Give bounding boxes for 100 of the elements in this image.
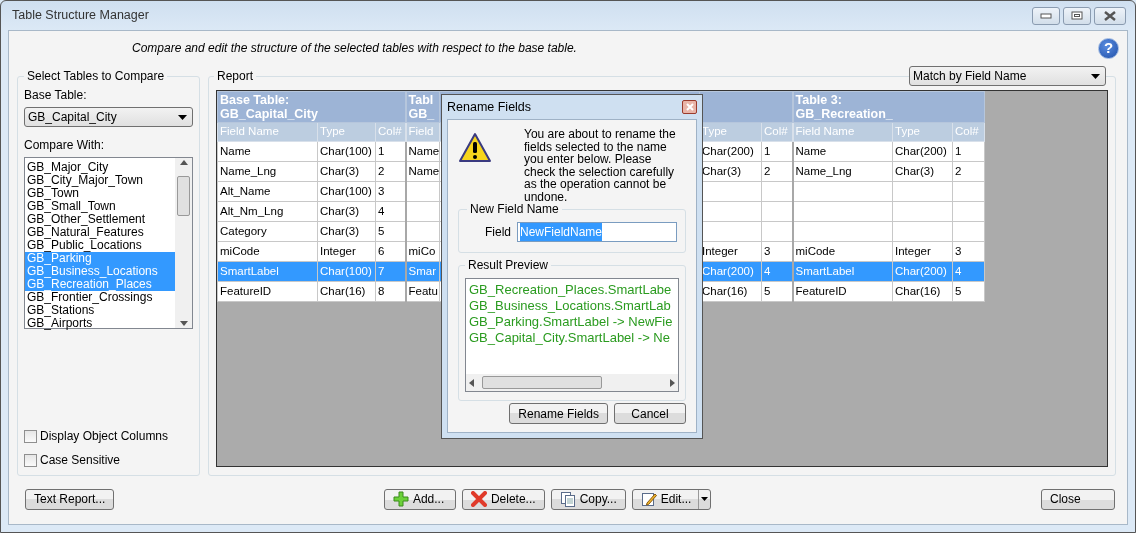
table-cell: SmartLabel [220, 264, 279, 277]
table-cell: Name [220, 144, 251, 157]
table-cell: Char(200) [702, 144, 754, 157]
table-cell: 2 [764, 164, 771, 177]
table-cell: 1 [764, 144, 771, 157]
help-button[interactable]: ? [1098, 37, 1119, 59]
table-cell: Integer [895, 244, 931, 257]
preview-line: GB_Recreation_Places.SmartLabe [468, 282, 673, 298]
button[interactable]: Cancel [614, 403, 686, 424]
add-button[interactable]: Add... [383, 488, 456, 510]
list-item[interactable]: GB_Natural_Features [25, 226, 175, 239]
caret-icon [178, 114, 187, 120]
table-cell: Integer [702, 244, 738, 257]
table-cell: 5 [764, 284, 771, 297]
scroll-thumb[interactable] [482, 376, 602, 389]
field-label: Field [484, 224, 511, 241]
close-button[interactable] [1094, 6, 1126, 25]
table-cell: 2 [955, 164, 962, 177]
table-cell: Char(100) [320, 184, 372, 197]
table-cell: 5 [955, 284, 962, 297]
documents-icon [559, 491, 576, 507]
table-cell: miCo [408, 244, 436, 257]
table-cell: SmartLabel [795, 264, 855, 277]
table-cell: 4 [764, 264, 771, 277]
window-title: Table Structure Manager [12, 7, 150, 25]
checkbox-label: Display Object Columns [40, 428, 169, 445]
button[interactable]: Close [1041, 488, 1115, 510]
preview-line: GB_Parking.SmartLabel -> NewFie [468, 314, 674, 330]
close-icon [1103, 10, 1117, 21]
table-cell: Char(100) [320, 144, 372, 157]
maximize-button[interactable] [1063, 6, 1091, 25]
match-mode-dropdown[interactable]: Match by Field Name [909, 66, 1106, 86]
table-cell: Name [795, 144, 827, 157]
dialog-title: Rename Fields [447, 98, 532, 116]
table-cell: Char(200) [702, 264, 754, 277]
scrollbar[interactable] [175, 158, 192, 328]
table-cell: Name [408, 144, 439, 157]
warning-message: You are about to rename the fields selected to the name you enter below. Please check the selection carefully as the operation cannot be undone. [523, 128, 677, 203]
list-item[interactable]: GB_Airports [25, 317, 175, 330]
table-cell: 8 [378, 284, 385, 297]
table-cell: Char(16) [320, 284, 366, 297]
table-title: Table 3: [795, 93, 843, 107]
table-cell: Char(3) [320, 224, 359, 237]
arrow-up-icon[interactable] [179, 160, 188, 165]
preview-line: GB_Business_Locations.SmartLab [468, 298, 672, 314]
group-title: Select Tables to Compare [24, 70, 168, 83]
table-title: GB_Recreation_ [795, 107, 894, 121]
list-item[interactable]: GB_Other_Settlement [25, 213, 175, 226]
table-cell: 4 [955, 264, 962, 277]
group-title: Report [214, 70, 257, 83]
list-item[interactable]: GB_City_Major_Town [25, 174, 175, 187]
table-cell: Smar [408, 264, 436, 277]
table-cell: 3 [378, 184, 385, 197]
table-cell: Char(3) [895, 164, 934, 177]
list-item[interactable]: GB_Frontier_Crossings [25, 291, 175, 304]
checkbox[interactable] [24, 453, 37, 467]
scroll-thumb[interactable] [177, 176, 190, 216]
table-cell: 6 [378, 244, 385, 257]
table-cell: miCode [795, 244, 836, 257]
group-title: New Field Name [467, 203, 562, 216]
table-cell: Char(3) [320, 204, 359, 217]
checkbox[interactable] [24, 429, 37, 443]
table-cell: Char(200) [895, 264, 947, 277]
list-item[interactable]: GB_Town [25, 187, 175, 200]
caret-icon [701, 497, 709, 501]
table-cell: Integer [320, 244, 356, 257]
preview-line: GB_Capital_City.SmartLabel -> Ne [468, 330, 671, 346]
table-title: Base Table: [220, 93, 291, 107]
table-cell: Char(16) [895, 284, 941, 297]
table-cell: Name_Lng [795, 164, 852, 177]
table-cell: 5 [378, 224, 385, 237]
checkbox-label: Case Sensitive [40, 452, 121, 469]
button[interactable]: Rename Fields [509, 403, 608, 424]
copy-button[interactable]: Copy... [550, 488, 626, 510]
table-cell: Char(3) [320, 164, 359, 177]
group-title: Result Preview [465, 259, 552, 272]
list-item[interactable]: GB_Major_City [25, 161, 175, 174]
table-title: GB_Capital_City [220, 107, 319, 121]
base-table-dropdown[interactable]: GB_Capital_City [24, 107, 193, 127]
table-cell: Char(100) [320, 264, 372, 277]
scrollbar[interactable] [466, 374, 678, 391]
list-item[interactable]: GB_Small_Town [25, 200, 175, 213]
list-item[interactable]: GB_Public_Locations [25, 239, 175, 252]
delete-button[interactable]: Delete... [461, 488, 545, 510]
table-title: GB_ [408, 107, 436, 121]
table-cell: 7 [378, 264, 385, 277]
minimize-icon [1040, 12, 1052, 19]
close-button[interactable] [682, 100, 697, 114]
table-cell: Char(16) [702, 284, 748, 297]
arrow-down-icon[interactable] [179, 321, 188, 326]
table-cell: miCode [220, 244, 260, 257]
edit-button[interactable]: Edit... [631, 488, 712, 510]
cross-icon [470, 491, 487, 507]
table-cell: 4 [378, 204, 385, 217]
table-cell: FeatureID [220, 284, 272, 297]
table-cell: Char(200) [895, 144, 947, 157]
list-item[interactable]: GB_Stations [25, 304, 175, 317]
button[interactable]: Text Report... [25, 488, 115, 510]
close-icon [685, 103, 694, 111]
table-cell: Char(3) [702, 164, 741, 177]
